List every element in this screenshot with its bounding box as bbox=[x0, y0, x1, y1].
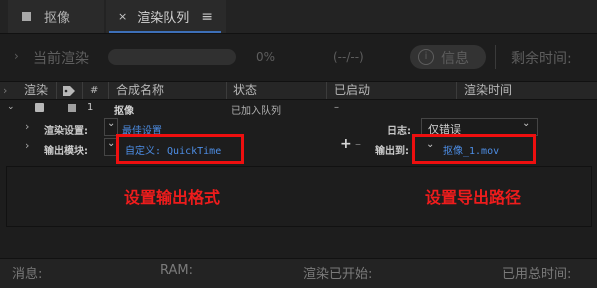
expand-chevron-icon[interactable]: › bbox=[25, 139, 29, 152]
chevron-down-icon: ⌄ bbox=[107, 118, 116, 129]
progress-percent: 0% bbox=[256, 50, 276, 64]
status-render-started: 渲染已开始: bbox=[303, 267, 373, 282]
remaining-time-label: 剩余时间: bbox=[511, 51, 572, 67]
divider bbox=[82, 82, 83, 99]
col-render-time[interactable]: 渲染时间 bbox=[464, 82, 512, 99]
row-status: 已加入队列 bbox=[231, 106, 281, 117]
composition-square-icon bbox=[22, 12, 31, 21]
status-total-time: 已用总时间: bbox=[502, 267, 572, 282]
tab-label: 渲染队列 bbox=[137, 11, 190, 26]
divider bbox=[326, 82, 327, 99]
output-to-label: 输出到: bbox=[375, 146, 409, 157]
render-checkbox[interactable] bbox=[35, 103, 44, 112]
divider bbox=[495, 45, 496, 69]
log-label: 日志: bbox=[387, 126, 411, 137]
divider bbox=[0, 99, 597, 100]
col-started[interactable]: 已启动 bbox=[334, 82, 370, 99]
col-render[interactable]: 渲染 bbox=[24, 82, 48, 99]
divider bbox=[456, 82, 457, 99]
tab-render-queue[interactable]: × 渲染队列 ≡ bbox=[106, 0, 226, 33]
chevron-down-icon: ⌄ bbox=[522, 118, 531, 129]
remove-output-module-button[interactable]: – bbox=[355, 137, 361, 151]
render-settings-label: 渲染设置: bbox=[44, 126, 88, 137]
divider bbox=[226, 82, 227, 99]
status-ram: RAM: bbox=[160, 263, 193, 278]
col-number[interactable]: # bbox=[90, 82, 98, 99]
collapse-chevron-icon[interactable]: ⌄ bbox=[7, 102, 15, 112]
row-started: – bbox=[334, 102, 339, 113]
chevron-down-icon: ⌄ bbox=[107, 138, 116, 149]
expand-chevron-icon[interactable]: › bbox=[3, 84, 7, 97]
info-button-label: 信息 bbox=[441, 51, 469, 67]
expand-chevron-icon[interactable]: › bbox=[25, 120, 29, 133]
row-number: 1 bbox=[87, 102, 94, 113]
divider bbox=[108, 82, 109, 99]
annotation-box-output-format bbox=[116, 134, 244, 164]
label-color-swatch[interactable] bbox=[68, 104, 76, 112]
tab-label: 抠像 bbox=[44, 11, 71, 26]
render-progress-bar bbox=[108, 49, 236, 65]
label-tag-icon[interactable] bbox=[63, 85, 75, 96]
divider bbox=[0, 33, 597, 34]
divider bbox=[56, 82, 57, 99]
current-render-label: 当前渲染 bbox=[33, 51, 89, 67]
panel-menu-icon[interactable]: ≡ bbox=[201, 9, 213, 25]
annotation-box-output-path bbox=[412, 134, 536, 164]
annotation-output-format: 设置输出格式 bbox=[124, 188, 221, 207]
add-output-module-button[interactable]: + bbox=[340, 136, 352, 152]
progress-range: (--/--) bbox=[333, 50, 364, 64]
expand-chevron-icon[interactable]: › bbox=[14, 49, 19, 63]
annotation-output-path: 设置导出路径 bbox=[425, 188, 522, 207]
col-comp-name[interactable]: 合成名称 bbox=[116, 82, 164, 99]
close-tab-icon[interactable]: × bbox=[118, 10, 127, 23]
status-message: 消息: bbox=[12, 267, 43, 282]
row-comp-name[interactable]: 抠像 bbox=[114, 102, 134, 117]
tab-keying[interactable]: 抠像 bbox=[8, 0, 104, 33]
col-status[interactable]: 状态 bbox=[233, 82, 257, 99]
output-module-label: 输出模块: bbox=[44, 146, 88, 157]
info-icon: i bbox=[418, 49, 434, 65]
